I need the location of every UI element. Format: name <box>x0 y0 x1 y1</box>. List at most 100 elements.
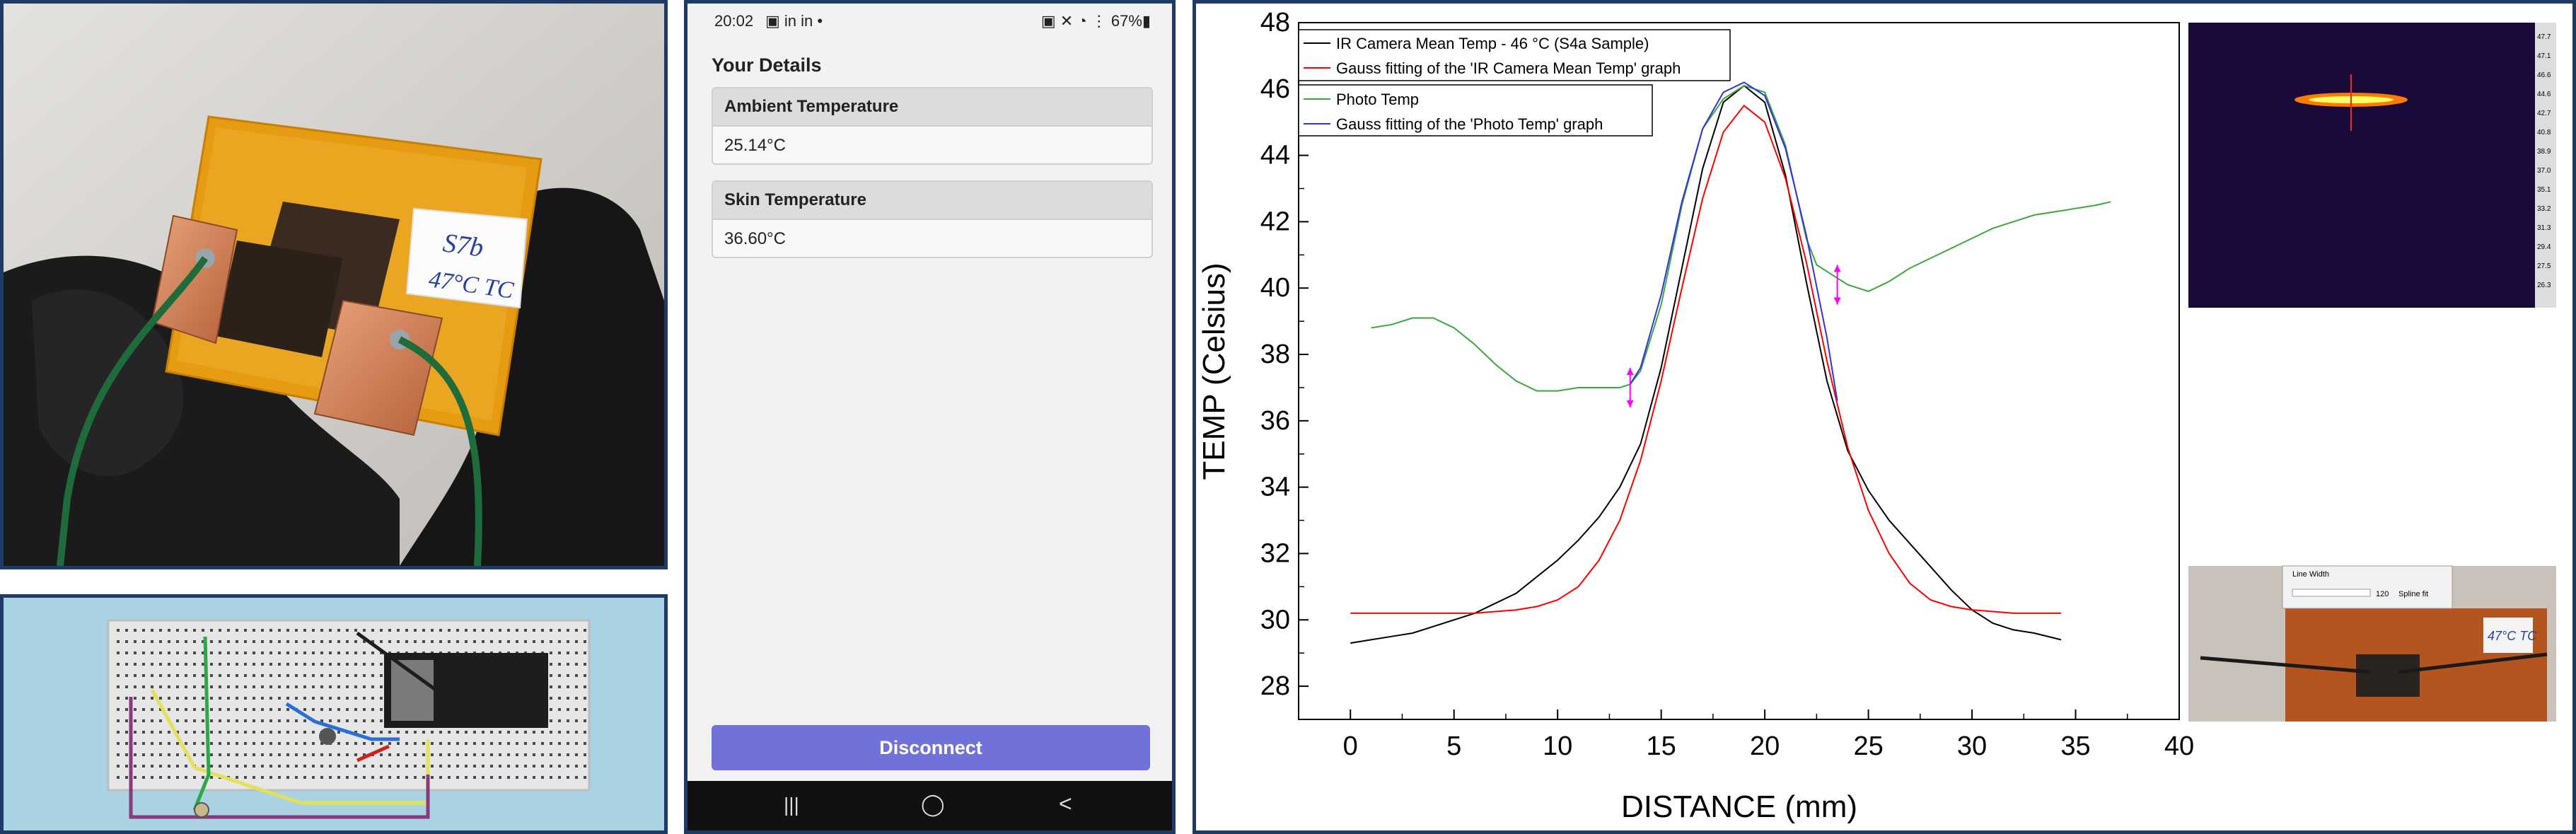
breadboard-hole <box>278 640 281 643</box>
breadboard-hole <box>499 765 501 768</box>
line-width-value[interactable]: 120 <box>2376 590 2389 598</box>
legend-photo-label: Photo Temp <box>1336 91 1419 108</box>
x-tick-label: 30 <box>1957 731 1987 761</box>
breadboard-hole <box>193 651 196 654</box>
breadboard-hole <box>253 776 255 779</box>
breadboard-hole <box>176 697 179 700</box>
breadboard-hole <box>303 674 306 677</box>
breadboard-hole <box>575 753 578 756</box>
back-button[interactable]: < <box>1059 791 1072 817</box>
breadboard-hole <box>193 719 196 722</box>
breadboard-hole <box>550 708 552 711</box>
breadboard-hole <box>159 651 162 654</box>
breadboard-hole <box>295 697 298 700</box>
breadboard-hole <box>312 776 315 779</box>
breadboard-hole <box>151 776 153 779</box>
breadboard-hole <box>168 708 170 711</box>
breadboard-hole <box>439 731 442 734</box>
breadboard-hole <box>422 640 425 643</box>
breadboard-hole <box>422 731 425 734</box>
breadboard-hole <box>524 742 527 745</box>
breadboard-hole <box>134 765 137 768</box>
breadboard-hole <box>269 674 272 677</box>
breadboard-hole <box>185 765 187 768</box>
breadboard-hole <box>134 731 137 734</box>
breadboard-hole <box>159 697 162 700</box>
breadboard-hole <box>125 753 128 756</box>
breadboard-hole <box>176 640 179 643</box>
breadboard-hole <box>219 651 221 654</box>
breadboard-hole <box>363 697 366 700</box>
breadboard-hole <box>185 731 187 734</box>
spline-fit-checkbox[interactable]: Spline fit <box>2398 590 2428 598</box>
recent-apps-button[interactable]: ||| <box>784 794 799 816</box>
breadboard-hole <box>244 640 247 643</box>
breadboard-hole <box>253 765 255 768</box>
breadboard-hole <box>380 765 383 768</box>
breadboard-hole <box>567 708 569 711</box>
breadboard-hole <box>507 629 510 632</box>
breadboard-hole <box>371 776 374 779</box>
breadboard-hole <box>244 753 247 756</box>
breadboard-hole <box>236 776 238 779</box>
breadboard-hole <box>295 663 298 666</box>
breadboard-hole <box>303 776 306 779</box>
temperature-profile-chart: 2830323436384042444648 0 5 10 15 20 25 30 35 40 … <box>1197 8 2556 824</box>
breadboard-hole <box>142 663 145 666</box>
breadboard-hole <box>253 731 255 734</box>
breadboard-hole <box>151 651 153 654</box>
breadboard-hole <box>210 674 213 677</box>
breadboard-hole <box>185 719 187 722</box>
breadboard-hole <box>320 663 323 666</box>
breadboard-hole <box>456 742 459 745</box>
thermal-scale-label: 37.0 <box>2537 167 2551 175</box>
breadboard-hole <box>261 629 264 632</box>
breadboard-hole <box>363 742 366 745</box>
breadboard-hole <box>456 753 459 756</box>
line-width-slider[interactable] <box>2292 589 2371 597</box>
breadboard-hole <box>244 685 247 688</box>
breadboard-hole <box>371 674 374 677</box>
breadboard-hole <box>337 719 340 722</box>
breadboard-hole <box>244 663 247 666</box>
breadboard-hole <box>125 629 128 632</box>
breadboard-hole <box>117 765 120 768</box>
breadboard-hole <box>303 708 306 711</box>
breadboard-hole <box>185 663 187 666</box>
breadboard-hole <box>329 753 332 756</box>
breadboard-hole <box>134 629 137 632</box>
breadboard-hole <box>541 765 544 768</box>
breadboard-hole <box>253 629 255 632</box>
breadboard-hole <box>303 685 306 688</box>
breadboard-hole <box>168 731 170 734</box>
breadboard-hole <box>337 765 340 768</box>
breadboard-hole <box>490 629 493 632</box>
breadboard-hole <box>142 674 145 677</box>
thermal-scale-label: 46.6 <box>2537 71 2551 79</box>
breadboard-hole <box>253 640 255 643</box>
breadboard-hole <box>575 697 578 700</box>
breadboard-hole <box>244 719 247 722</box>
disconnect-button[interactable]: Disconnect <box>712 725 1150 770</box>
breadboard-hole <box>320 776 323 779</box>
breadboard-hole <box>286 708 289 711</box>
breadboard-hole <box>168 685 170 688</box>
breadboard-hole <box>550 753 552 756</box>
breadboard-hole <box>227 708 230 711</box>
breadboard-hole <box>354 742 357 745</box>
breadboard-hole <box>117 753 120 756</box>
y-tick-label: 28 <box>1260 671 1290 701</box>
breadboard-hole <box>176 708 179 711</box>
breadboard-hole <box>312 742 315 745</box>
thermal-scale-label: 42.7 <box>2537 110 2551 117</box>
breadboard-hole <box>499 742 501 745</box>
breadboard-hole <box>219 629 221 632</box>
status-time: 20:02 <box>714 12 754 30</box>
breadboard-hole <box>363 663 366 666</box>
breadboard-hole <box>286 731 289 734</box>
breadboard-hole <box>142 731 145 734</box>
home-button[interactable]: ◯ <box>921 792 945 817</box>
breadboard-hole <box>253 685 255 688</box>
skin-temperature-card: Skin Temperature 36.60°C <box>712 180 1153 258</box>
breadboard-hole <box>584 753 586 756</box>
